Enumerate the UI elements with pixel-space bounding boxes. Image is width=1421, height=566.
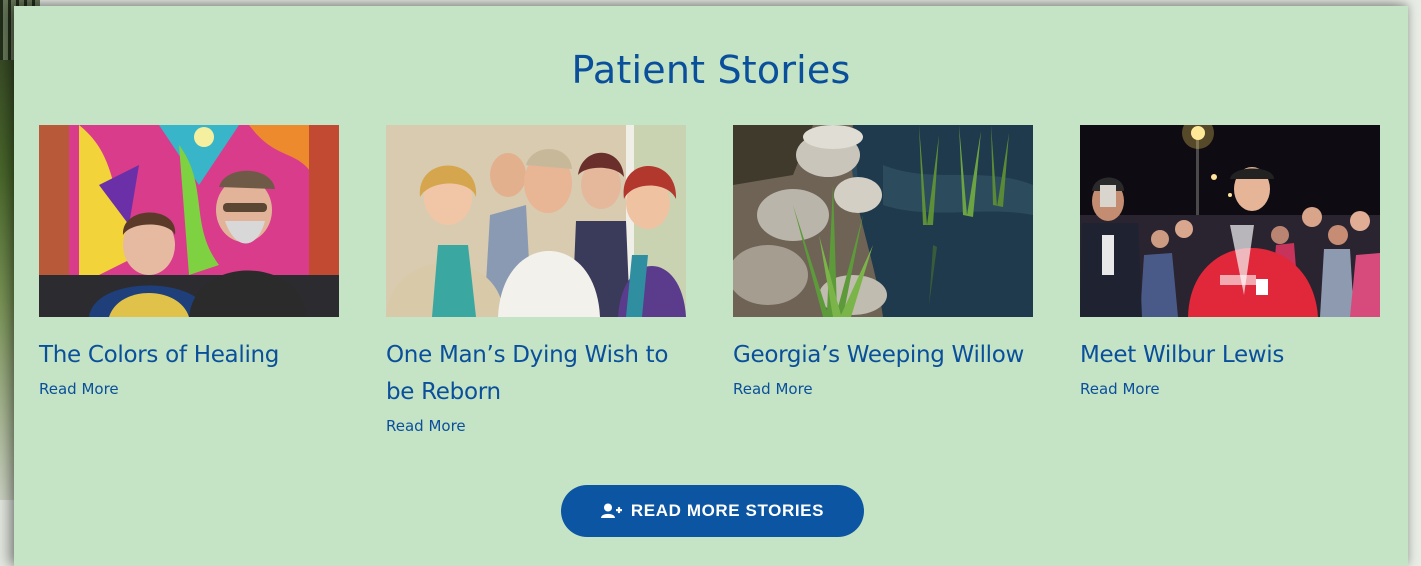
story-card: Georgia’s Weeping Willow Read More	[733, 125, 1033, 436]
story-title[interactable]: Meet Wilbur Lewis	[1080, 337, 1380, 374]
section-title: Patient Stories	[571, 48, 851, 92]
story-image-link[interactable]	[386, 125, 686, 317]
story-image-link[interactable]	[39, 125, 339, 317]
add-user-icon	[600, 503, 623, 519]
patient-stories-section: Patient Stories The Colors of Healing Re…	[14, 6, 1408, 566]
story-card: The Colors of Healing Read More	[39, 125, 339, 436]
story-image-link[interactable]	[1080, 125, 1380, 317]
story-card: One Man’s Dying Wish to be Reborn Read M…	[386, 125, 686, 436]
read-more-stories-button[interactable]: READ MORE STORIES	[561, 485, 864, 537]
read-more-link[interactable]: Read More	[733, 380, 813, 398]
story-title[interactable]: Georgia’s Weeping Willow	[733, 337, 1033, 374]
stories-grid: The Colors of Healing Read More One Man’…	[39, 125, 1380, 436]
read-more-link[interactable]: Read More	[39, 380, 119, 398]
story-image-link[interactable]	[733, 125, 1033, 317]
story-title[interactable]: One Man’s Dying Wish to be Reborn	[386, 337, 686, 411]
story-photo-mural-couple	[39, 125, 339, 317]
read-more-link[interactable]: Read More	[386, 417, 466, 435]
read-more-stories-label: READ MORE STORIES	[630, 501, 825, 520]
read-more-link[interactable]: Read More	[1080, 380, 1160, 398]
story-photo-group	[386, 125, 686, 317]
story-title[interactable]: The Colors of Healing	[39, 337, 339, 374]
story-photo-pond	[733, 125, 1033, 317]
story-card: Meet Wilbur Lewis Read More	[1080, 125, 1380, 436]
story-photo-crowd-night	[1080, 125, 1380, 317]
